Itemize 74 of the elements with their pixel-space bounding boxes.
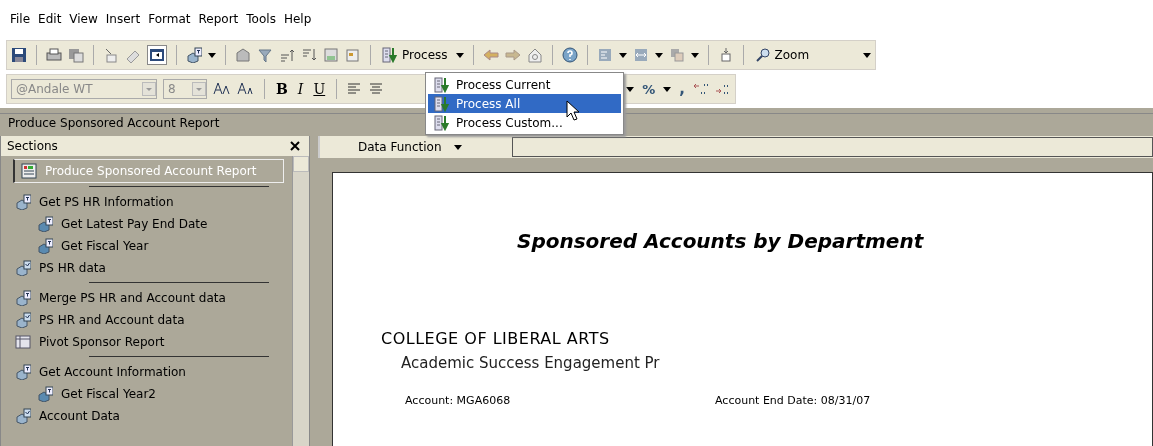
college-heading: COLLEGE OF LIBERAL ARTS — [381, 329, 611, 348]
section-item[interactable]: Pivot Sponsor Report — [9, 331, 284, 353]
section-item[interactable]: Get Account Information — [9, 361, 284, 383]
formula-field[interactable] — [511, 137, 1153, 157]
percent-button[interactable]: % — [640, 79, 658, 99]
magnifier-icon[interactable] — [754, 47, 771, 63]
results-icon[interactable] — [15, 260, 31, 276]
section-item[interactable]: Get Fiscal Year2 — [9, 383, 284, 405]
print-preview-icon[interactable] — [68, 47, 84, 63]
menu-item[interactable]: Tools — [246, 12, 276, 26]
query-icon[interactable] — [37, 238, 53, 254]
caret-icon[interactable] — [618, 52, 627, 58]
process-icon[interactable] — [382, 47, 398, 63]
process-button[interactable]: Process — [380, 45, 450, 65]
caret-icon[interactable] — [690, 52, 699, 58]
grow-font-icon[interactable] — [213, 81, 231, 97]
menu-item[interactable]: Report — [198, 12, 239, 26]
menu-item[interactable]: View — [69, 12, 98, 26]
save-icon[interactable] — [11, 47, 27, 63]
report-icon[interactable] — [21, 163, 37, 179]
italic-button[interactable]: I — [295, 79, 306, 99]
caret-icon[interactable] — [863, 52, 872, 58]
results-icon[interactable] — [15, 408, 31, 424]
process-icon[interactable] — [434, 114, 450, 131]
data-function-dropdown[interactable]: Data Function — [356, 138, 444, 156]
home-icon[interactable] — [526, 47, 543, 63]
query-icon[interactable] — [15, 364, 31, 380]
menu-item[interactable]: Help — [283, 12, 312, 26]
menu-item[interactable]: Process All — [428, 94, 621, 113]
caret-icon[interactable] — [654, 52, 663, 58]
query-icon[interactable] — [37, 216, 53, 232]
align-left-icon[interactable] — [346, 81, 363, 97]
section-item[interactable]: PS HR and Account data — [9, 309, 284, 331]
caret-icon[interactable] — [453, 144, 462, 150]
underline-button[interactable]: U — [311, 79, 328, 99]
help-icon[interactable] — [561, 47, 578, 63]
close-icon[interactable] — [289, 140, 301, 152]
section-item[interactable]: Account Data — [9, 405, 284, 427]
query-icon[interactable] — [37, 386, 53, 402]
scrollbar[interactable] — [292, 156, 309, 446]
report-title: Sponsored Accounts by Department — [517, 229, 925, 253]
section-item[interactable]: Get Latest Pay End Date — [9, 213, 284, 235]
section-item[interactable]: Get PS HR Information — [9, 191, 284, 213]
align-center-icon[interactable] — [368, 81, 385, 97]
increase-decimal-icon[interactable] — [692, 81, 709, 97]
section-item[interactable]: Get Fiscal Year — [9, 235, 284, 257]
caret-icon[interactable] — [626, 86, 635, 92]
filter-icon[interactable] — [257, 47, 273, 63]
section-item[interactable]: Merge PS HR and Account data — [9, 287, 284, 309]
query-icon[interactable] — [15, 194, 31, 210]
table-icon[interactable] — [15, 334, 31, 350]
caret-icon[interactable] — [663, 86, 672, 92]
comma-button[interactable]: , — [677, 78, 687, 100]
process-icon[interactable] — [434, 95, 450, 112]
zoom-button[interactable]: Zoom — [752, 45, 812, 65]
program-heading: Academic Success Engagement Pr — [401, 354, 661, 372]
caret-icon[interactable] — [455, 52, 464, 58]
shrink-font-icon[interactable] — [237, 81, 255, 97]
bold-button[interactable]: B — [274, 79, 290, 99]
caret-icon[interactable] — [208, 52, 216, 58]
account-end-date: Account End Date: 08/31/07 — [715, 394, 871, 407]
results-icon[interactable] — [15, 312, 31, 328]
menu-item[interactable]: Format — [148, 12, 191, 26]
printer-icon[interactable] — [46, 47, 62, 63]
process-icon[interactable] — [434, 76, 450, 93]
query-icon[interactable] — [15, 290, 31, 306]
account-label: Account: MGA6068 — [405, 394, 512, 407]
menu-item[interactable]: Insert — [105, 12, 141, 26]
menu-item[interactable]: File — [10, 12, 31, 26]
section-item[interactable]: PS HR data — [9, 257, 284, 279]
query-icon[interactable] — [186, 47, 202, 63]
cursor-icon — [566, 100, 580, 122]
menu-item[interactable]: Edit — [38, 12, 62, 26]
panel-title: Sections — [7, 139, 58, 153]
